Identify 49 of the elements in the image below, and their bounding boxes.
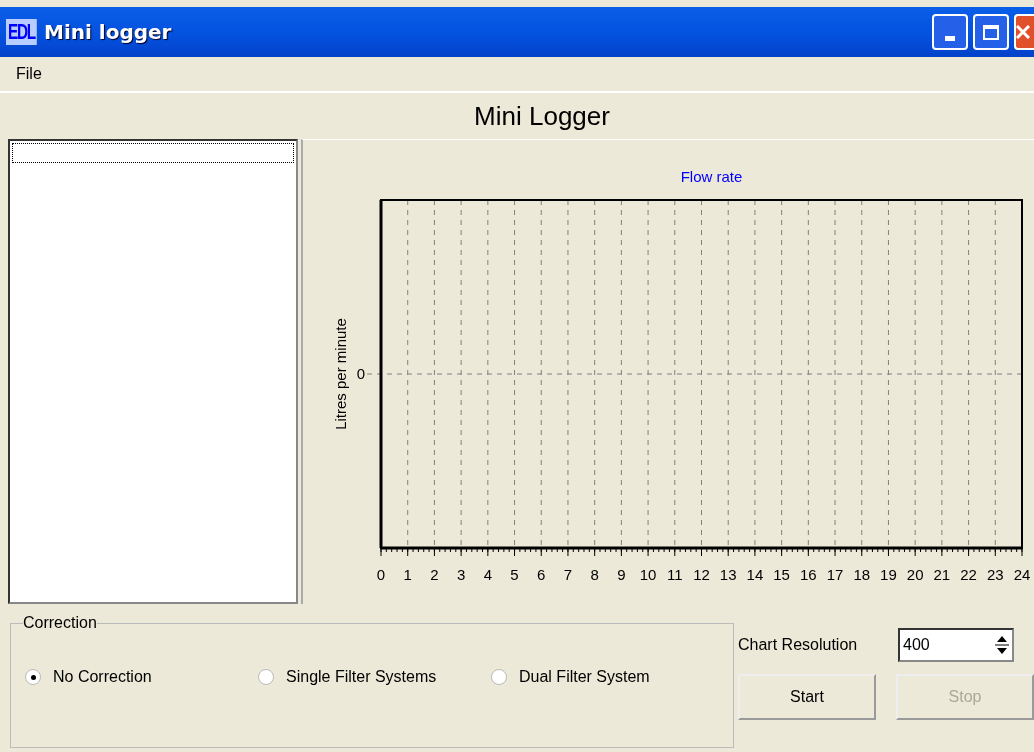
x-tick-label: 11 [667,566,683,583]
window-title: Mini logger [44,20,172,44]
x-tick-label: 17 [826,566,844,583]
x-tick-label: 24 [1013,566,1031,583]
option-label: No Correction [53,668,152,686]
x-tick-label: 19 [880,566,897,583]
x-tick-label: 5 [510,566,519,583]
page-heading: Mini Logger [473,99,611,133]
x-tick-label: 9 [617,566,626,583]
y-tick-label: 0 [356,365,365,382]
menu-item[interactable]: File [0,65,58,83]
y-axis-label: Litres per minute [332,318,349,430]
resolution-spinbox[interactable]: 400 [898,628,1014,662]
option-label: Dual Filter System [519,668,650,686]
x-tick-label: 20 [906,566,924,583]
list-box[interactable] [8,139,298,604]
minimize-icon [945,35,955,41]
x-tick-label: 1 [403,566,412,583]
x-tick-label: 21 [933,566,951,583]
chart-title: Flow rate [680,168,743,185]
minimize-button[interactable] [932,14,968,50]
x-tick-label: 15 [773,566,790,583]
app-logo: EDL [6,19,37,45]
x-tick-label: 4 [483,566,492,583]
x-tick-label: 18 [853,566,871,583]
maximize-button[interactable] [973,14,1009,50]
x-tick-label: 10 [639,566,657,583]
resolution-label: Chart Resolution [738,636,859,654]
x-tick-label: 23 [986,566,1004,583]
close-icon [1016,25,1030,39]
x-tick-label: 0 [376,566,386,583]
x-tick-label: 8 [590,566,599,583]
x-tick-label: 2 [430,566,439,583]
option-label: Single Filter Systems [286,668,437,686]
start-button[interactable]: Start [738,674,876,720]
x-tick-label: 14 [746,566,764,583]
radio-option[interactable]: No Correction [25,668,258,686]
x-tick-label: 13 [719,566,737,583]
x-tick-label: 6 [537,566,546,583]
close-button[interactable] [1014,14,1034,50]
radio-option[interactable]: Dual Filter System [491,668,650,686]
x-tick-label: 3 [456,566,466,583]
x-tick-label: 7 [563,566,573,583]
x-tick-label: 16 [800,566,817,583]
maximize-icon [983,24,999,40]
radio-option[interactable]: Single Filter Systems [258,668,491,686]
group-title: Correction [23,614,97,632]
x-tick-label: 22 [960,566,977,583]
x-tick-label: 12 [693,566,710,583]
